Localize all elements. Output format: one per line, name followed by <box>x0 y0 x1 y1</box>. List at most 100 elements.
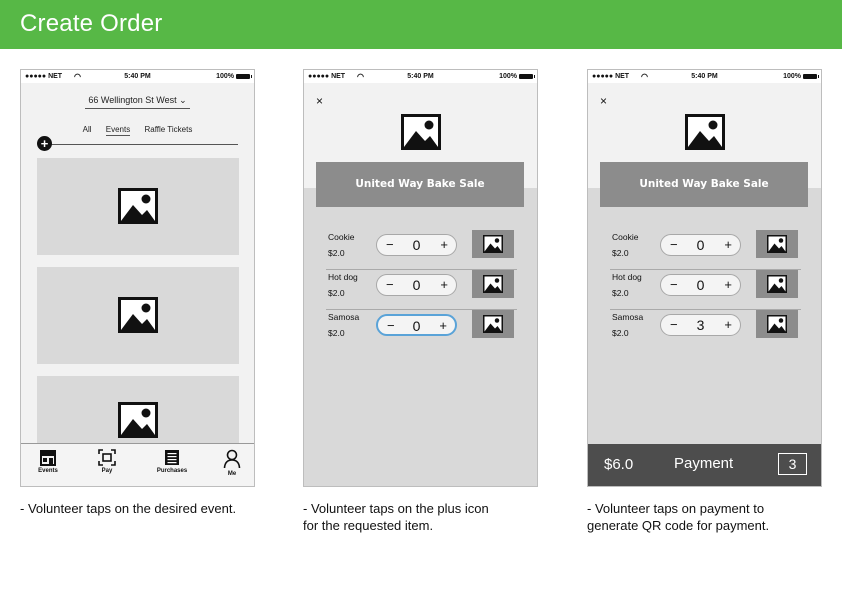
caption-line: - Volunteer taps on payment to <box>587 501 765 516</box>
order-item-row: Cookie $2.0 − 0 + <box>326 230 517 270</box>
battery-icon <box>519 74 535 79</box>
phone-payment-screen: ●●●●● NET ◠ 5:40 PM 100% × United Way Ba… <box>587 69 822 487</box>
increment-button[interactable]: + <box>440 237 448 252</box>
event-title-banner: United Way Bake Sale <box>316 162 524 207</box>
caption-line: generate QR code for payment. <box>587 518 770 533</box>
quantity-stepper: − 0 + <box>376 234 457 256</box>
event-title-banner: United Way Bake Sale <box>600 162 808 207</box>
increment-button[interactable]: + <box>724 237 732 252</box>
item-name: Samosa <box>612 312 644 322</box>
battery-indicator: 100% <box>783 73 819 80</box>
tabbar-pay-label: Pay <box>101 468 113 474</box>
add-event-button[interactable]: + <box>37 136 52 151</box>
quantity-stepper: − 0 + <box>660 234 741 256</box>
increment-button[interactable]: + <box>724 277 732 292</box>
image-placeholder-icon <box>483 235 503 253</box>
quantity-stepper: − 0 + <box>376 274 457 296</box>
battery-label: 100% <box>216 73 234 80</box>
item-price: $2.0 <box>612 288 629 298</box>
image-placeholder-icon <box>483 315 503 333</box>
scan-icon <box>98 449 116 466</box>
bottom-tab-bar: Events Pay Purchases Me <box>21 443 254 486</box>
event-card[interactable] <box>37 158 239 255</box>
tab-all[interactable]: All <box>83 125 92 135</box>
image-placeholder-icon <box>767 315 787 333</box>
event-card[interactable] <box>37 376 239 446</box>
close-button[interactable]: × <box>316 94 323 108</box>
status-bar: ●●●●● NET ◠ 5:40 PM 100% <box>304 70 537 83</box>
image-placeholder-icon <box>767 275 787 293</box>
tabbar-events[interactable]: Events <box>28 449 68 474</box>
item-price: $2.0 <box>612 248 629 258</box>
order-item-row: Hot dog $2.0 − 0 + <box>610 270 801 310</box>
item-name: Samosa <box>328 312 360 322</box>
quantity-stepper: − 0 + <box>660 274 741 296</box>
image-placeholder-icon <box>767 235 787 253</box>
event-image-icon <box>685 114 725 150</box>
tabbar-pay[interactable]: Pay <box>87 449 127 474</box>
quantity-stepper: − 3 + <box>660 314 741 336</box>
tabbar-me[interactable]: Me <box>212 449 252 477</box>
battery-label: 100% <box>783 73 801 80</box>
caption-order: - Volunteer taps on the plus icon for th… <box>303 500 489 534</box>
person-icon <box>223 449 241 469</box>
event-image-icon <box>401 114 441 150</box>
item-thumbnail <box>472 270 514 298</box>
status-bar: ●●●●● NET ◠ 5:40 PM 100% <box>21 70 254 83</box>
item-name: Hot dog <box>328 272 358 282</box>
payment-button[interactable]: Payment <box>674 455 733 472</box>
tab-raffle-tickets[interactable]: Raffle Tickets <box>144 125 192 135</box>
page-title: Create Order <box>20 10 163 37</box>
tabbar-me-label: Me <box>227 471 237 477</box>
order-item-row: Samosa $2.0 − 3 + <box>610 310 801 350</box>
increment-button[interactable]: + <box>440 277 448 292</box>
receipt-icon <box>165 450 179 465</box>
item-name: Cookie <box>612 232 639 242</box>
caption-line: for the requested item. <box>303 518 434 533</box>
location-selector[interactable]: 66 Wellington St West ⌄ <box>21 95 254 109</box>
battery-icon <box>803 74 819 79</box>
tabbar-purchases[interactable]: Purchases <box>152 449 192 474</box>
item-name: Cookie <box>328 232 355 242</box>
item-thumbnail <box>472 310 514 338</box>
item-thumbnail <box>756 310 798 338</box>
increment-button[interactable]: + <box>439 318 447 333</box>
item-price: $2.0 <box>328 248 345 258</box>
order-total: $6.0 <box>604 456 634 473</box>
order-item-row: Cookie $2.0 − 0 + <box>610 230 801 270</box>
caption-line: - Volunteer taps on the desired event. <box>20 501 237 516</box>
tabbar-events-label: Events <box>38 468 58 474</box>
item-thumbnail <box>756 230 798 258</box>
phone-events-screen: ●●●●● NET ◠ 5:40 PM 100% 66 Wellington S… <box>20 69 255 487</box>
caption-line: - Volunteer taps on the plus icon <box>303 501 489 516</box>
close-button[interactable]: × <box>600 94 607 108</box>
image-placeholder-icon <box>118 402 158 438</box>
item-price: $2.0 <box>612 328 629 338</box>
quantity-stepper-focused: − 0 + <box>376 314 457 336</box>
item-name: Hot dog <box>612 272 642 282</box>
order-item-row: Hot dog $2.0 − 0 + <box>326 270 517 310</box>
tab-events[interactable]: Events <box>105 125 131 136</box>
store-icon <box>40 450 56 466</box>
tabs-divider <box>49 144 238 145</box>
image-placeholder-icon <box>483 275 503 293</box>
item-price: $2.0 <box>328 328 345 338</box>
event-card[interactable] <box>37 267 239 364</box>
image-placeholder-icon <box>118 297 158 333</box>
battery-indicator: 100% <box>216 73 252 80</box>
caption-events: - Volunteer taps on the desired event. <box>20 500 236 517</box>
tabbar-purchases-label: Purchases <box>156 468 188 474</box>
battery-indicator: 100% <box>499 73 535 80</box>
location-label: 66 Wellington St West <box>88 95 177 105</box>
item-thumbnail <box>472 230 514 258</box>
status-bar: ●●●●● NET ◠ 5:40 PM 100% <box>588 70 821 83</box>
battery-label: 100% <box>499 73 517 80</box>
increment-button[interactable]: + <box>724 317 732 332</box>
caption-payment: - Volunteer taps on payment to generate … <box>587 500 769 534</box>
battery-icon <box>236 74 252 79</box>
chevron-down-icon: ⌄ <box>179 95 187 105</box>
phone-order-screen: ●●●●● NET ◠ 5:40 PM 100% × United Way Ba… <box>303 69 538 487</box>
filter-tabs: All Events Raffle Tickets <box>21 125 254 136</box>
item-thumbnail <box>756 270 798 298</box>
payment-bar[interactable]: $6.0 Payment 3 <box>588 444 821 486</box>
